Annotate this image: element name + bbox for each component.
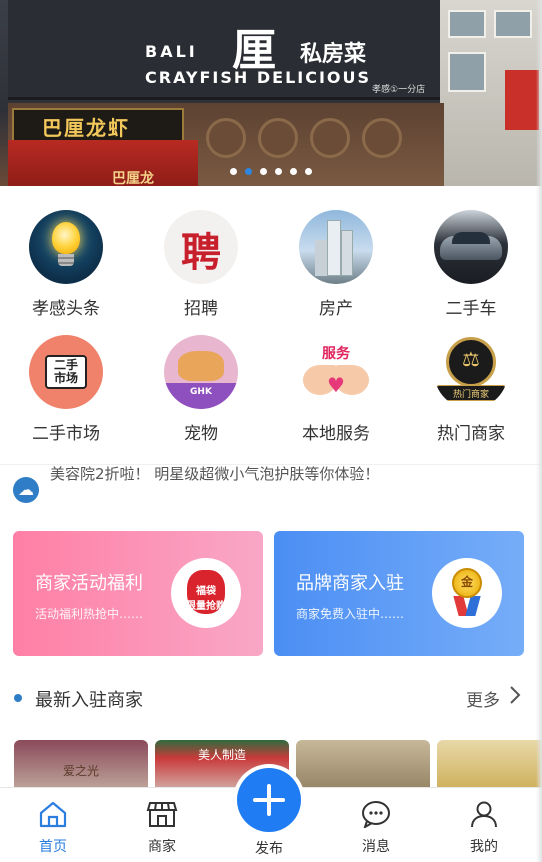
buildings-icon: [299, 210, 373, 284]
tab-label: 商家: [148, 839, 176, 855]
chevron-right-icon[interactable]: [508, 685, 522, 705]
tab-label: 我的: [470, 839, 498, 855]
window-edge: [536, 0, 542, 862]
category-label: 宠物: [184, 424, 218, 444]
lower-sign-text: 巴厘龙虾: [42, 116, 130, 140]
user-icon: [471, 801, 497, 828]
category-used-cars[interactable]: 二手车: [411, 210, 531, 319]
section-dot: [14, 694, 22, 702]
pets-icon: GHK: [164, 335, 238, 409]
tab-label: 消息: [362, 839, 390, 855]
notice-icon: ☁: [13, 477, 39, 503]
carving-decoration: [258, 118, 298, 158]
merchant-thumb[interactable]: 爱之光: [14, 740, 148, 787]
lucky-bag-icon: 福袋 限量抢购: [171, 558, 241, 628]
category-second-hand-market[interactable]: 二手 市场 二手市场: [6, 335, 126, 444]
publish-button[interactable]: [237, 768, 301, 832]
notice-text[interactable]: 美容院2折啦！ 明星级超微小气泡护肤等你体验！: [50, 465, 379, 484]
category-local-services[interactable]: 服务 ♥ 本地服务: [276, 335, 396, 444]
hiring-icon: 聘: [164, 210, 238, 284]
section-title: 最新入驻商家: [35, 690, 143, 711]
carousel-dot[interactable]: [260, 168, 267, 175]
sign-english-line2: CRAYFISH DELICIOUS: [145, 68, 372, 87]
carving-decoration: [310, 118, 350, 158]
carousel-dot-active[interactable]: [245, 168, 252, 175]
carousel-dot[interactable]: [275, 168, 282, 175]
service-icon: 服务 ♥: [299, 335, 373, 409]
carving-decoration: [206, 118, 246, 158]
category-label: 招聘: [184, 299, 218, 319]
promo-subtitle: 活动福利热抢中……: [35, 607, 144, 621]
hot-merchant-icon: ⚖ 热门商家: [434, 335, 508, 409]
category-label: 本地服务: [302, 424, 370, 444]
carving-decoration: [362, 118, 402, 158]
category-headlines[interactable]: 孝感头条: [6, 210, 126, 319]
gold-medal-icon: 金: [432, 558, 502, 628]
tab-label: 首页: [39, 839, 67, 855]
home-icon: [39, 801, 67, 828]
category-label: 房产: [319, 299, 353, 319]
sign-english-line1: BALI: [145, 42, 198, 61]
car-icon: [434, 210, 508, 284]
category-real-estate[interactable]: 房产: [276, 210, 396, 319]
category-label: 热门商家: [437, 424, 505, 444]
tab-merchants[interactable]: 商家: [132, 800, 192, 856]
promo-title: 商家活动福利: [35, 573, 143, 594]
category-label: 孝感头条: [32, 299, 100, 319]
category-label: 二手车: [445, 299, 497, 319]
notice-bar[interactable]: ☁ 美容院2折啦！ 明星级超微小气泡护肤等你体验！: [0, 464, 542, 512]
promo-section: 商家活动福利 活动福利热抢中…… 福袋 限量抢购 品牌商家入驻 商家免费入驻中……: [0, 512, 542, 667]
merchant-thumb[interactable]: [437, 740, 542, 787]
promo-card-brand-join[interactable]: 品牌商家入驻 商家免费入驻中…… 金: [274, 531, 524, 656]
banner-carousel[interactable]: 厘 BALI CRAYFISH DELICIOUS 私房菜 孝感①一分店 巴厘龙…: [0, 0, 542, 186]
store-icon: [146, 802, 178, 827]
sign-branch: 孝感①一分店: [372, 85, 426, 95]
market-icon: 二手 市场: [29, 335, 103, 409]
message-icon: [362, 801, 390, 828]
promo-title: 品牌商家入驻: [296, 573, 404, 594]
tab-home[interactable]: 首页: [23, 800, 83, 856]
promo-subtitle: 商家免费入驻中……: [296, 607, 405, 621]
publish-label: 发布: [255, 841, 283, 857]
more-link[interactable]: 更多: [466, 686, 500, 711]
sign-chinese: 私房菜: [300, 42, 367, 67]
carousel-dot[interactable]: [290, 168, 297, 175]
promo-card-merchant-benefits[interactable]: 商家活动福利 活动福利热抢中…… 福袋 限量抢购: [13, 531, 263, 656]
tab-messages[interactable]: 消息: [346, 800, 406, 856]
category-grid: 孝感头条 聘 招聘 房产 二手车 二手 市场 二手市场 GHK 宠物 服务 ♥ 本…: [0, 186, 542, 464]
category-hiring[interactable]: 聘 招聘: [141, 210, 261, 319]
merchant-thumb[interactable]: [296, 740, 430, 787]
lightbulb-icon: [29, 210, 103, 284]
carousel-dot[interactable]: [230, 168, 237, 175]
red-panel: [505, 70, 539, 130]
category-pets[interactable]: GHK 宠物: [141, 335, 261, 444]
carousel-indicators: [0, 160, 542, 179]
tab-mine[interactable]: 我的: [454, 800, 514, 856]
category-hot-merchants[interactable]: ⚖ 热门商家 热门商家: [411, 335, 531, 444]
carousel-dot[interactable]: [305, 168, 312, 175]
category-label: 二手市场: [32, 424, 100, 444]
